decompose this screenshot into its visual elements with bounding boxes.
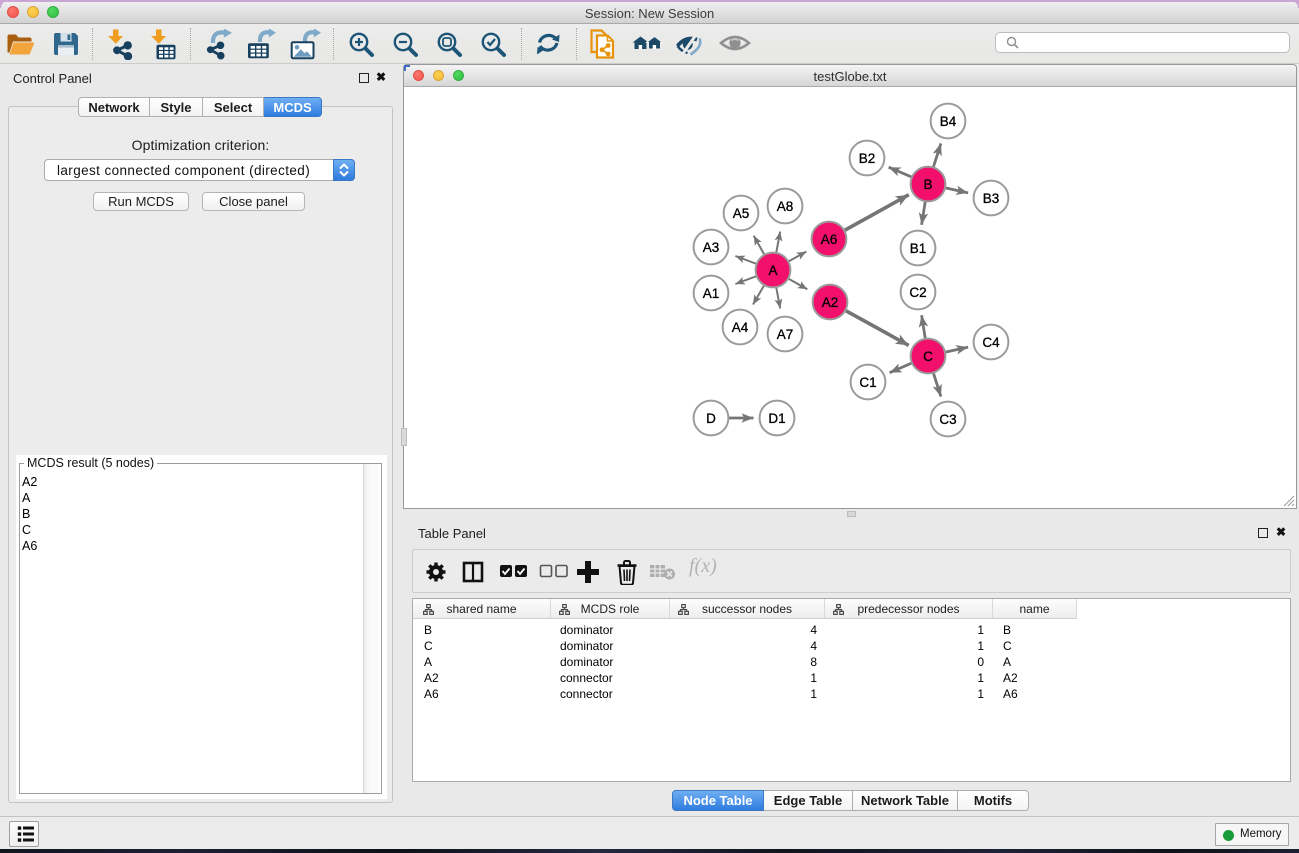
svg-text:A4: A4 <box>732 320 749 335</box>
svg-text:A: A <box>768 263 777 278</box>
svg-text:B1: B1 <box>910 241 927 256</box>
svg-text:D1: D1 <box>768 411 785 426</box>
svg-text:C: C <box>923 349 933 364</box>
svg-text:D: D <box>706 411 716 426</box>
svg-text:A8: A8 <box>777 199 794 214</box>
svg-text:B2: B2 <box>859 151 876 166</box>
svg-text:A6: A6 <box>821 232 838 247</box>
svg-text:C2: C2 <box>909 285 926 300</box>
svg-text:A7: A7 <box>777 327 794 342</box>
svg-text:A3: A3 <box>703 240 720 255</box>
svg-text:B: B <box>923 177 932 192</box>
svg-text:C3: C3 <box>939 412 956 427</box>
svg-text:C1: C1 <box>859 375 876 390</box>
svg-text:A1: A1 <box>703 286 720 301</box>
svg-text:A5: A5 <box>733 206 750 221</box>
svg-text:C4: C4 <box>982 335 1000 350</box>
svg-text:B4: B4 <box>940 114 957 129</box>
svg-text:B3: B3 <box>983 191 1000 206</box>
svg-text:A2: A2 <box>822 295 839 310</box>
